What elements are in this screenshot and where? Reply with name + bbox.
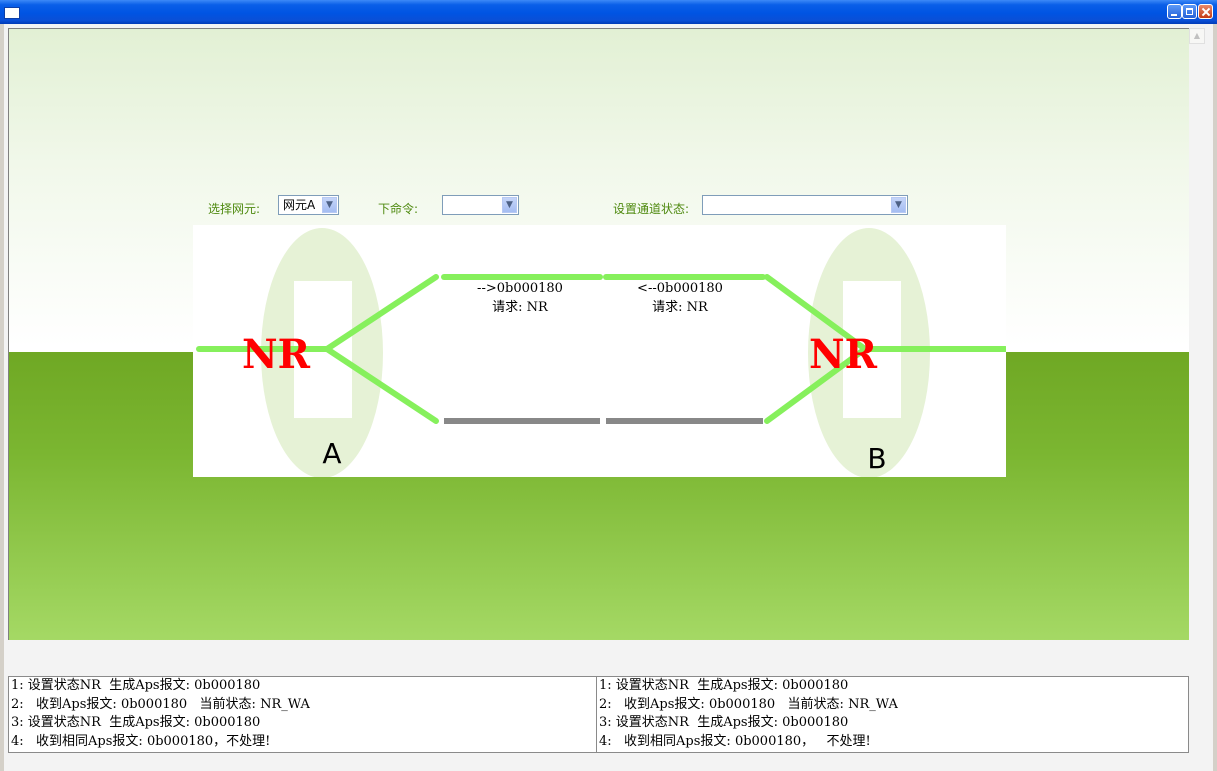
title-bar [0,0,1217,24]
ne-select-label: 选择网元: [208,202,261,216]
command-select[interactable]: ▼ [442,195,519,215]
left-span-request: 请求: NR [492,300,549,315]
node-b-log: 1: 设置状态NR 生成Aps报文: 0b000180 2: 收到Aps报文: 0… [597,677,1188,752]
chevron-down-icon[interactable]: ▼ [891,197,906,213]
close-icon[interactable] [1198,4,1213,19]
chevron-down-icon[interactable]: ▼ [322,197,337,213]
log-line: 4: 收到相同Aps报文: 0b000180，不处理! [11,733,271,749]
maximize-icon[interactable] [1182,4,1197,19]
chevron-down-icon[interactable]: ▼ [502,197,517,213]
node-a-log: 1: 设置状态NR 生成Aps报文: 0b000180 2: 收到Aps报文: 0… [9,677,596,752]
channel-state-select[interactable]: ▼ [702,195,908,215]
node-b-state: NR [809,331,878,378]
log-line: 4: 收到相同Aps报文: 0b000180， 不处理! [599,733,871,749]
scroll-up-icon[interactable]: ▲ [1189,28,1205,44]
log-area: 1: 设置状态NR 生成Aps报文: 0b000180 2: 收到Aps报文: 0… [8,676,1189,753]
left-span-message: -->0b000180 [477,281,563,296]
simulation-view: 选择网元: 网元A ▼ 下命令: ▼ 设置通道状态: ▼ -->0b000180… [8,28,1190,640]
node-b-name: B [867,442,886,475]
ne-select[interactable]: 网元A ▼ [278,195,339,215]
channel-state-label: 设置通道状态: [613,202,690,216]
client-area: 选择网元: 网元A ▼ 下命令: ▼ 设置通道状态: ▼ -->0b000180… [4,24,1213,771]
vertical-scrollbar[interactable]: ▲ [1189,28,1205,668]
log-line: 3: 设置状态NR 生成Aps报文: 0b000180 [599,715,849,730]
right-span-message: <--0b000180 [637,281,723,296]
command-select-label: 下命令: [378,202,419,216]
log-line: 2: 收到Aps报文: 0b000180 当前状态: NR_WA [599,696,898,712]
node-a-name: A [322,437,341,470]
log-line: 1: 设置状态NR 生成Aps报文: 0b000180 [599,678,849,693]
app-icon[interactable] [4,7,20,19]
log-line: 3: 设置状态NR 生成Aps报文: 0b000180 [11,715,261,730]
minimize-icon[interactable] [1167,4,1182,19]
log-line: 1: 设置状态NR 生成Aps报文: 0b000180 [11,678,261,693]
log-line: 2: 收到Aps报文: 0b000180 当前状态: NR_WA [11,696,310,712]
ne-select-value: 网元A [283,198,316,212]
right-span-request: 请求: NR [652,300,709,315]
protection-topology: -->0b000180 请求: NR <--0b000180 请求: NR NR… [196,228,1006,477]
node-a-state: NR [242,331,311,378]
